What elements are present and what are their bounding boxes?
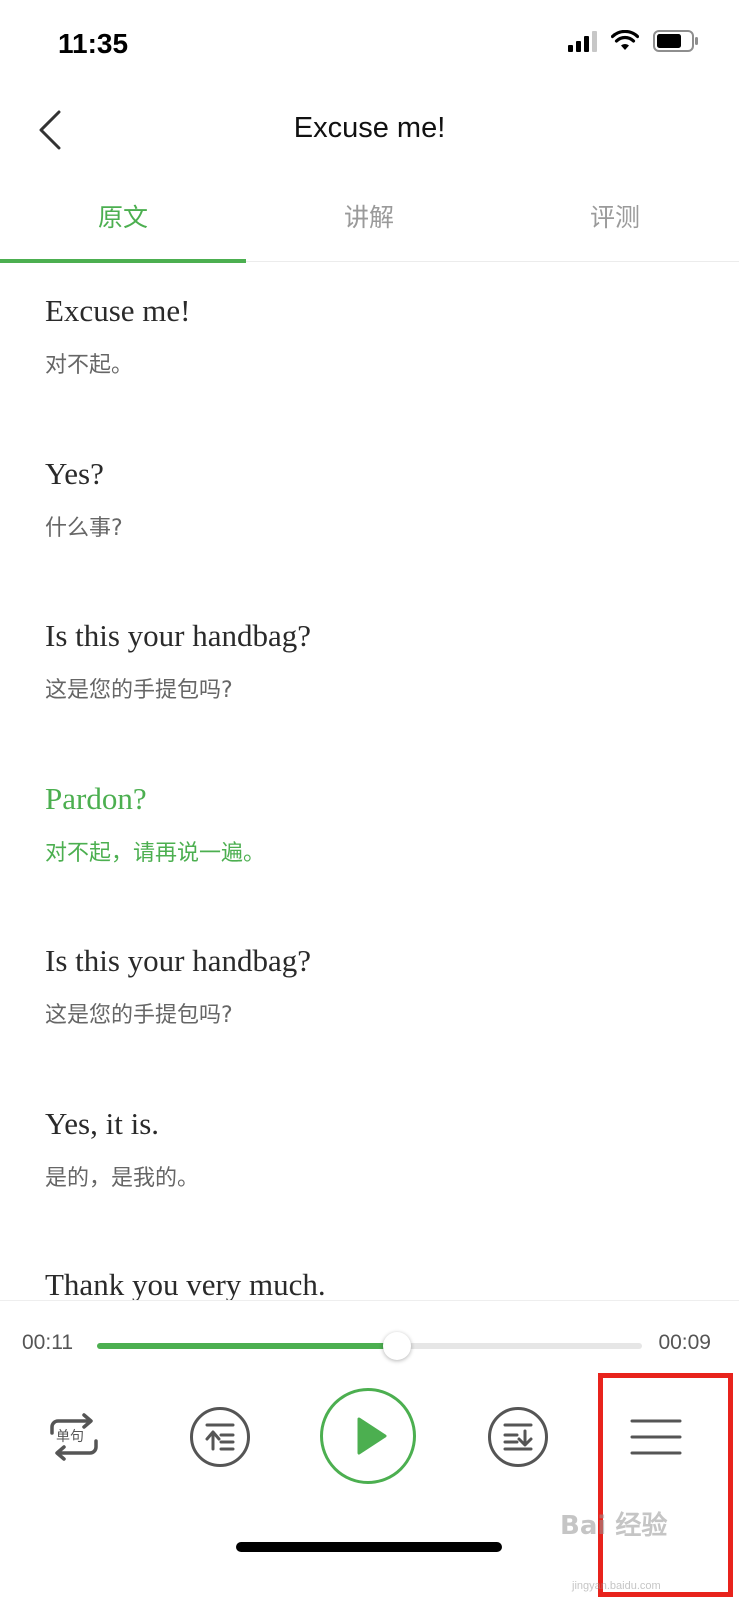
previous-sentence-icon	[205, 1423, 235, 1451]
status-icons	[568, 30, 699, 52]
sentence-english: Is this your handbag?	[45, 943, 312, 978]
repeat-mode-button[interactable]: 单句	[44, 1407, 104, 1467]
sentence-chinese: 这是您的手提包吗?	[45, 678, 233, 703]
tab-original-text[interactable]: 原文	[0, 170, 246, 263]
annotation-highlight-box	[598, 1373, 733, 1597]
transcript-list[interactable]: Excuse me! 对不起。 Yes? 什么事? Is this your h…	[0, 263, 739, 1300]
sentence-item[interactable]: Thank you very much.	[45, 1265, 695, 1300]
progress-thumb[interactable]	[382, 1332, 411, 1360]
playlist-menu-button[interactable]	[626, 1411, 686, 1463]
next-sentence-icon	[503, 1423, 533, 1451]
sentence-chinese: 对不起，请再说一遍。	[45, 841, 266, 866]
status-time: 11:35	[58, 28, 129, 59]
remaining-time: 00:09	[658, 1331, 711, 1354]
previous-sentence-button[interactable]	[190, 1407, 250, 1467]
sentence-chinese: 是的，是我的。	[45, 1166, 200, 1191]
sentence-item[interactable]: Is this your handbag? 这是您的手提包吗?	[45, 616, 695, 706]
sentence-chinese: 什么事?	[45, 516, 123, 541]
tab-evaluation[interactable]: 评测	[492, 170, 738, 262]
sentence-english: Pardon?	[45, 781, 147, 816]
sentence-english: Excuse me!	[45, 293, 191, 328]
sentence-english: Yes, it is.	[45, 1106, 160, 1141]
page-title: Excuse me!	[293, 112, 446, 144]
sentence-item[interactable]: Yes, it is. 是的，是我的。	[45, 1104, 695, 1194]
repeat-mode-label: 单句	[56, 1429, 84, 1445]
play-icon	[357, 1417, 387, 1455]
sentence-item[interactable]: Is this your handbag? 这是您的手提包吗?	[45, 941, 695, 1031]
tab-bar: 原文 讲解 评测	[0, 170, 739, 263]
wifi-icon	[611, 30, 639, 50]
nav-bar: Excuse me!	[0, 90, 739, 170]
battery-icon	[653, 30, 698, 52]
sentence-item[interactable]: Excuse me! 对不起。	[45, 291, 695, 381]
menu-icon	[630, 1419, 682, 1455]
progress-bar[interactable]	[97, 1332, 642, 1360]
sentence-item[interactable]: Yes? 什么事?	[45, 454, 695, 544]
status-bar: 11:35	[0, 0, 739, 90]
audio-player: 00:11 00:09 单句	[0, 1300, 739, 1600]
sentence-chinese: 这是您的手提包吗?	[45, 1003, 233, 1028]
sentence-item-current[interactable]: Pardon? 对不起，请再说一遍。	[45, 779, 695, 869]
sentence-english: Yes?	[45, 456, 104, 491]
play-button[interactable]	[320, 1388, 416, 1484]
sentence-english: Is this your handbag?	[45, 618, 312, 653]
elapsed-time: 00:11	[22, 1331, 73, 1354]
sentence-chinese: 对不起。	[45, 353, 134, 378]
tab-explanation[interactable]: 讲解	[246, 170, 492, 262]
sentence-english: Thank you very much.	[45, 1267, 326, 1300]
cellular-signal-icon	[568, 30, 597, 52]
home-indicator	[236, 1542, 502, 1552]
progress-fill	[97, 1343, 397, 1349]
next-sentence-button[interactable]	[488, 1407, 548, 1467]
